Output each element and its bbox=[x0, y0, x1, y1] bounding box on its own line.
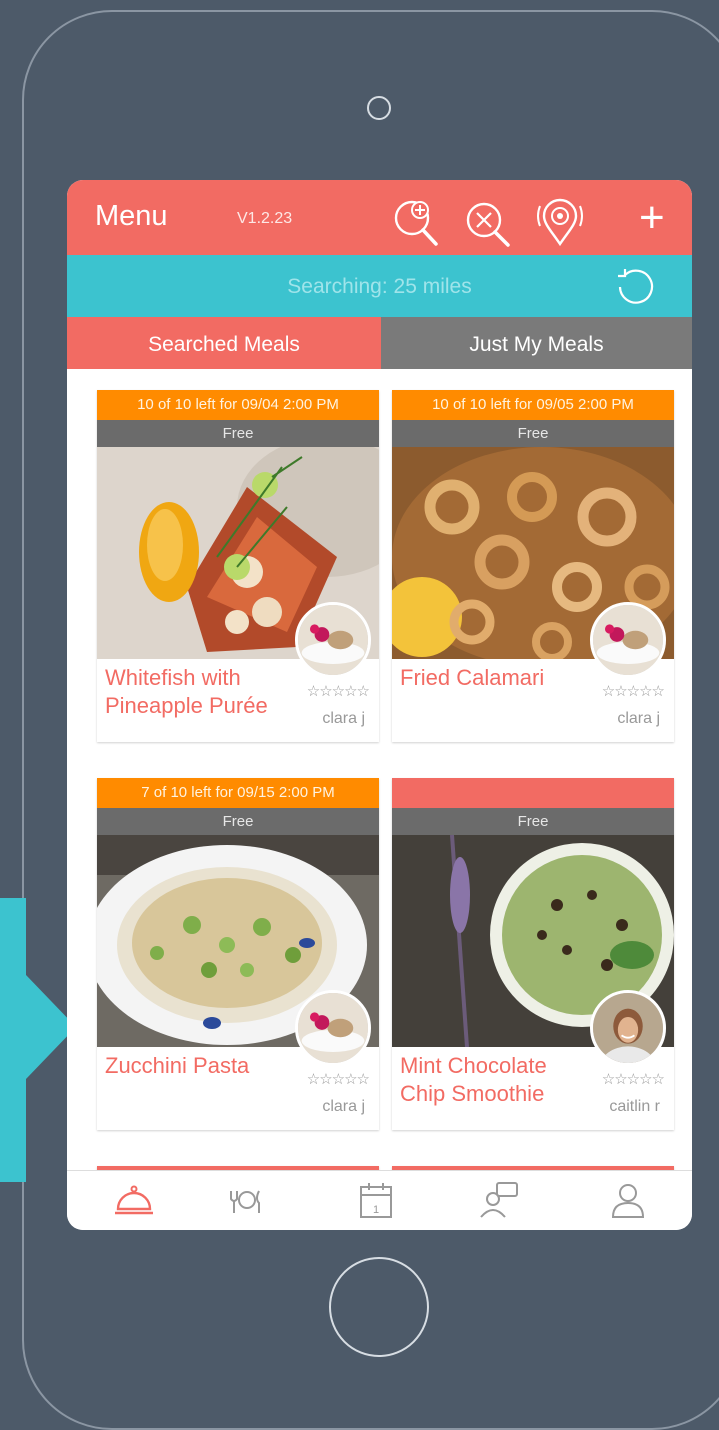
search-status: Searching: 25 miles bbox=[287, 275, 472, 298]
availability-label: 10 of 10 left for 09/04 2:00 PM bbox=[97, 390, 379, 420]
meal-title: Mint Chocolate Chip Smoothie bbox=[400, 1053, 547, 1106]
rating-stars: ☆☆☆☆☆ bbox=[601, 1071, 665, 1088]
location-icon[interactable] bbox=[534, 198, 586, 248]
refresh-icon[interactable] bbox=[612, 265, 658, 309]
cloche-icon[interactable] bbox=[113, 1181, 155, 1219]
app-screen: Menu V1.2.23 + Searching: 25 miles Searc… bbox=[67, 180, 692, 1230]
tab-searched-meals[interactable]: Searched Meals bbox=[67, 317, 381, 369]
meal-title: Fried Calamari bbox=[400, 665, 545, 690]
meal-tabs: Searched Meals Just My Meals bbox=[67, 317, 692, 369]
svg-text:1: 1 bbox=[373, 1204, 379, 1216]
chef-name: caitlin r bbox=[609, 1098, 660, 1115]
chef-avatar[interactable] bbox=[590, 602, 666, 678]
price-label: Free bbox=[392, 808, 674, 835]
availability-label: 10 of 10 left for 09/05 2:00 PM bbox=[392, 390, 674, 420]
chef-name: clara j bbox=[617, 710, 660, 727]
calendar-icon[interactable]: 1 bbox=[355, 1181, 397, 1219]
price-label: Free bbox=[97, 420, 379, 447]
chef-avatar[interactable] bbox=[295, 602, 371, 678]
availability-label: 7 of 10 left for 09/15 2:00 PM bbox=[97, 778, 379, 808]
utensils-icon[interactable] bbox=[225, 1181, 267, 1219]
meal-title: Whitefish with Pineapple Purée bbox=[105, 665, 268, 718]
home-button[interactable] bbox=[329, 1257, 429, 1357]
search-radius-bar: Searching: 25 miles bbox=[67, 255, 692, 317]
top-bar: Menu V1.2.23 + bbox=[67, 180, 692, 255]
meal-card[interactable]: Free Mint Chocolate Chip Smoothie ☆☆☆☆☆ … bbox=[392, 778, 674, 1130]
chef-avatar[interactable] bbox=[590, 990, 666, 1066]
rating-stars: ☆☆☆☆☆ bbox=[306, 683, 370, 700]
bottom-nav: 1 bbox=[67, 1170, 692, 1230]
meal-title: Zucchini Pasta bbox=[105, 1053, 250, 1078]
search-add-icon[interactable] bbox=[390, 198, 442, 248]
camera-icon bbox=[367, 96, 391, 120]
chef-avatar[interactable] bbox=[295, 990, 371, 1066]
price-label: Free bbox=[392, 420, 674, 447]
availability-label bbox=[392, 778, 674, 808]
chef-name: clara j bbox=[322, 1098, 365, 1115]
chat-icon[interactable] bbox=[479, 1181, 521, 1219]
price-label: Free bbox=[97, 808, 379, 835]
tab-just-my-meals[interactable]: Just My Meals bbox=[381, 317, 692, 369]
profile-icon[interactable] bbox=[607, 1181, 649, 1219]
meal-card[interactable]: 10 of 10 left for 09/04 2:00 PM Free Whi… bbox=[97, 390, 379, 742]
rating-stars: ☆☆☆☆☆ bbox=[306, 1071, 370, 1088]
meal-card[interactable]: 10 of 10 left for 09/05 2:00 PM Free Fri… bbox=[392, 390, 674, 742]
search-clear-icon[interactable] bbox=[462, 198, 514, 248]
chef-name: clara j bbox=[322, 710, 365, 727]
page-title: Menu bbox=[95, 200, 168, 232]
side-pointer-bar bbox=[0, 898, 26, 1182]
rating-stars: ☆☆☆☆☆ bbox=[601, 683, 665, 700]
meal-card[interactable]: 7 of 10 left for 09/15 2:00 PM Free Zucc… bbox=[97, 778, 379, 1130]
plus-icon[interactable]: + bbox=[639, 196, 665, 240]
version-label: V1.2.23 bbox=[237, 210, 293, 227]
